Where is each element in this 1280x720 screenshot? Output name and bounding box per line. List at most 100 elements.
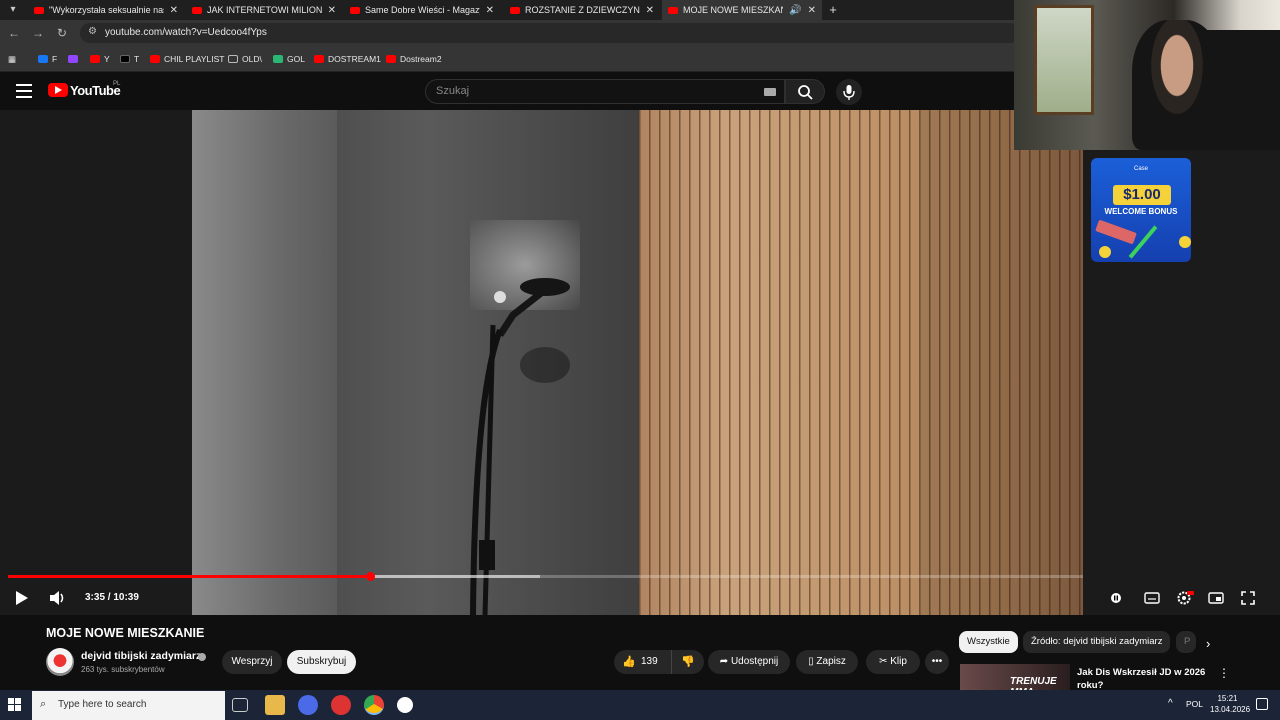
- close-tab-icon[interactable]: ✕: [170, 5, 178, 16]
- apps-grid-icon[interactable]: ▦: [8, 52, 16, 66]
- youtube-icon: [386, 55, 396, 63]
- browser-tab-active[interactable]: MOJE NOWE MIESZKANIE 🔊 ✕: [662, 0, 822, 20]
- voice-search-button[interactable]: [836, 79, 862, 105]
- reload-icon[interactable]: ↻: [54, 25, 70, 41]
- mute-button[interactable]: [47, 588, 67, 608]
- menu-icon[interactable]: [16, 84, 32, 98]
- chip-source[interactable]: Źródło: dejvid tibijski zadymiarz: [1023, 631, 1171, 653]
- browser-tab[interactable]: ROZSTANIE Z DZIEWCZYNĄ - n ✕: [504, 0, 660, 20]
- like-button[interactable]: 👍 139: [614, 650, 669, 674]
- channel-name[interactable]: dejvid tibijski zadymiarz: [81, 650, 201, 662]
- play-button[interactable]: [13, 588, 31, 608]
- folder-icon: [228, 55, 238, 63]
- gear-icon: [1177, 591, 1194, 605]
- recommended-video-title[interactable]: Jak Dis Wskrzesił JD w 2026 roku?: [1077, 666, 1217, 692]
- channel-avatar[interactable]: [46, 648, 74, 676]
- ad-bonus-text: WELCOME BONUS: [1104, 207, 1178, 216]
- new-tab-icon[interactable]: +: [826, 0, 840, 20]
- close-tab-icon[interactable]: ✕: [808, 5, 816, 16]
- clip-label: Klip: [890, 656, 907, 667]
- more-actions-button[interactable]: •••: [925, 650, 949, 674]
- back-icon[interactable]: ←: [6, 25, 22, 41]
- bookmark-folder[interactable]: OLD\: [228, 52, 262, 66]
- bookmark-label: F: [52, 54, 58, 64]
- progress-scrubber-handle[interactable]: [365, 572, 375, 581]
- clock[interactable]: 15:21 13.04.2026: [1210, 693, 1250, 715]
- fullscreen-button[interactable]: [1240, 588, 1256, 608]
- close-tab-icon[interactable]: ✕: [486, 5, 494, 16]
- chevron-right-icon[interactable]: ›: [1206, 636, 1210, 651]
- search-box[interactable]: [425, 79, 785, 104]
- tab-title: "Wykorzystała seksualnie nasz...: [49, 5, 164, 15]
- video-player[interactable]: 3:35 / 10:39: [0, 110, 1280, 615]
- forward-icon[interactable]: →: [30, 25, 46, 41]
- site-info-icon[interactable]: ⚙: [88, 26, 97, 37]
- notifications-icon[interactable]: [1256, 698, 1268, 710]
- language-indicator[interactable]: POL: [1186, 699, 1203, 709]
- thumbs-down-icon: 👎: [681, 656, 695, 668]
- windows-start-icon[interactable]: [8, 698, 22, 712]
- bookmark-item[interactable]: DOSTREAM1: [314, 52, 381, 66]
- bookmark-item[interactable]: GOL: [273, 52, 305, 66]
- chrome-icon[interactable]: [364, 695, 384, 715]
- play-icon: [16, 591, 28, 605]
- progress-bar-played[interactable]: [8, 575, 370, 578]
- close-tab-icon[interactable]: ✕: [646, 5, 654, 16]
- support-button[interactable]: Wesprzyj: [222, 650, 282, 674]
- search-button[interactable]: [785, 79, 825, 104]
- video-letterbox-left: [0, 110, 192, 615]
- tab-search-chevron-icon[interactable]: ▾: [4, 2, 22, 18]
- audio-playing-icon[interactable]: 🔊: [789, 5, 801, 16]
- address-bar[interactable]: ⚙ youtube.com/watch?v=Uedcoo4fYps: [80, 23, 1020, 43]
- bookmark-label: Y: [104, 54, 110, 64]
- browser-tab[interactable]: "Wykorzystała seksualnie nasz... ✕: [28, 0, 184, 20]
- browser-tab[interactable]: JAK INTERNETOWI MILIONERZY ✕: [186, 0, 342, 20]
- tray-chevron-up-icon[interactable]: ^: [1168, 698, 1173, 709]
- close-tab-icon[interactable]: ✕: [328, 5, 336, 16]
- bookmark-item[interactable]: T: [120, 52, 139, 66]
- miniplayer-button[interactable]: [1207, 588, 1225, 608]
- subtitles-icon: [1144, 592, 1160, 604]
- taskbar-search[interactable]: ⌕: [32, 691, 225, 720]
- clip-button[interactable]: ✂ Klip: [866, 650, 920, 674]
- keyboard-icon[interactable]: [764, 88, 776, 96]
- recommended-thumbnail[interactable]: TRENUJE MMA: [960, 664, 1070, 691]
- browser-tab[interactable]: Same Dobre Wieści - Magazyn ✕: [344, 0, 500, 20]
- maps-pin-icon[interactable]: [397, 697, 413, 713]
- autoplay-toggle[interactable]: [1108, 588, 1124, 608]
- chip-all[interactable]: Wszystkie: [959, 631, 1018, 653]
- windows-taskbar: ⌕ ^ POL 15:21 13.04.2026: [0, 690, 1280, 720]
- bookmark-item[interactable]: [68, 52, 82, 66]
- fullscreen-icon: [1241, 591, 1255, 605]
- chip-partial[interactable]: P: [1176, 631, 1196, 653]
- obs-icon[interactable]: [331, 695, 351, 715]
- settings-button[interactable]: [1175, 588, 1195, 608]
- task-view-icon[interactable]: [232, 698, 248, 712]
- webcam-streamer: [1132, 20, 1222, 150]
- bookmark-item[interactable]: Y: [90, 52, 110, 66]
- subscriber-count: 263 tys. subskrybentów: [81, 665, 165, 674]
- subscribe-button[interactable]: Subskrybuj: [287, 650, 356, 674]
- ad-banner[interactable]: Case $1.00 WELCOME BONUS: [1091, 158, 1191, 262]
- twitch-icon: [68, 55, 78, 63]
- search-icon: ⌕: [40, 698, 47, 710]
- bookmark-item[interactable]: F: [38, 52, 57, 66]
- share-button[interactable]: ➦ Udostępnij: [708, 650, 790, 674]
- file-explorer-icon[interactable]: [265, 695, 285, 715]
- youtube-logo-icon[interactable]: [48, 83, 68, 97]
- url-text[interactable]: youtube.com/watch?v=Uedcoo4fYps: [105, 27, 267, 38]
- youtube-icon: [150, 55, 160, 63]
- bookmark-item[interactable]: CHIL PLAYLIST: [150, 52, 224, 66]
- discord-icon[interactable]: [298, 695, 318, 715]
- taskbar-search-input[interactable]: [58, 699, 218, 710]
- bookmark-item[interactable]: Dostream2: [386, 52, 442, 66]
- ad-amount: $1.00: [1113, 185, 1171, 205]
- search-input[interactable]: [436, 85, 746, 97]
- country-code: PL: [113, 81, 121, 87]
- subtitles-button[interactable]: [1143, 588, 1161, 608]
- dislike-button[interactable]: 👎: [671, 650, 704, 674]
- save-button[interactable]: ▯ Zapisz: [796, 650, 858, 674]
- search-icon: [798, 85, 813, 100]
- more-vert-icon[interactable]: ⋮: [1218, 666, 1230, 680]
- like-dislike-group: 👍 139 👎: [614, 650, 704, 674]
